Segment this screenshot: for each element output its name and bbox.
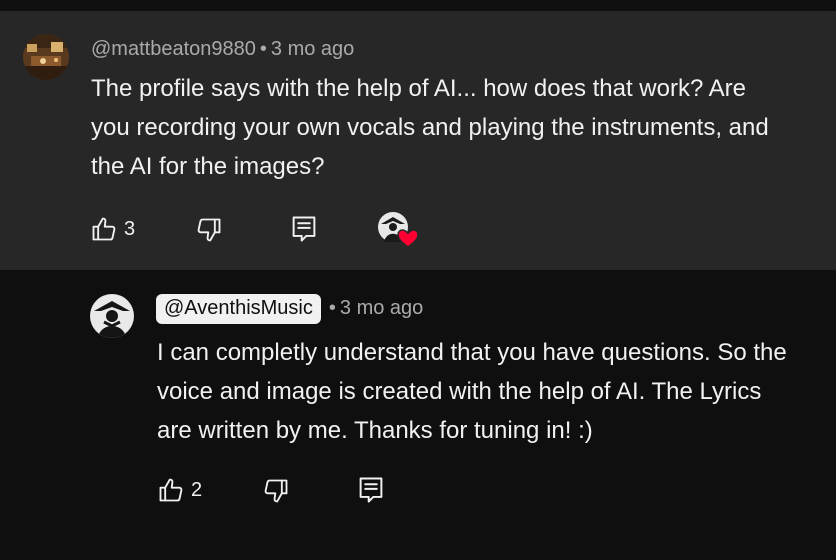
commenter-handle[interactable]: @mattbeaton9880 (91, 38, 256, 60)
comment-text: The profile says with the help of AI... … (91, 75, 769, 180)
thumbs-down-icon (195, 216, 223, 244)
commenter-avatar[interactable] (23, 34, 69, 80)
reply-meta: @AventhisMusic • 3 mo ago (156, 294, 423, 324)
creator-heart-icon (397, 229, 419, 248)
like-count: 3 (124, 217, 136, 240)
replier-avatar[interactable] (90, 294, 134, 338)
reply-thread: @AventhisMusic • 3 mo ago I can completly … (0, 270, 836, 560)
creator-handle-badge[interactable]: @AventhisMusic (156, 294, 321, 324)
reply-timestamp[interactable]: 3 mo ago (340, 297, 423, 319)
top-strip (0, 0, 836, 11)
meta-separator: • (328, 297, 336, 319)
reply-like-count: 2 (191, 478, 203, 501)
creator-heart[interactable] (378, 211, 420, 249)
comment-meta: @mattbeaton9880 • 3 mo ago (91, 38, 354, 61)
reply-icon (357, 475, 385, 505)
dislike-button[interactable] (195, 216, 223, 244)
thumbs-up-icon (157, 476, 185, 504)
thumbs-down-icon (262, 477, 290, 505)
thumbs-up-icon (90, 215, 118, 243)
reply-icon (290, 214, 318, 244)
reply-text: I can completly understand that you have… (157, 339, 787, 444)
reply-reply-button[interactable] (357, 475, 385, 505)
comment-timestamp[interactable]: 3 mo ago (271, 38, 354, 60)
meta-separator: • (259, 38, 267, 60)
reply-dislike-button[interactable] (262, 477, 290, 505)
reply-button[interactable] (290, 214, 318, 244)
like-button[interactable]: 3 (90, 215, 135, 243)
reply-like-button[interactable]: 2 (157, 476, 202, 504)
comment-thread-highlighted: @mattbeaton9880 • 3 mo ago The profile say… (0, 11, 836, 270)
